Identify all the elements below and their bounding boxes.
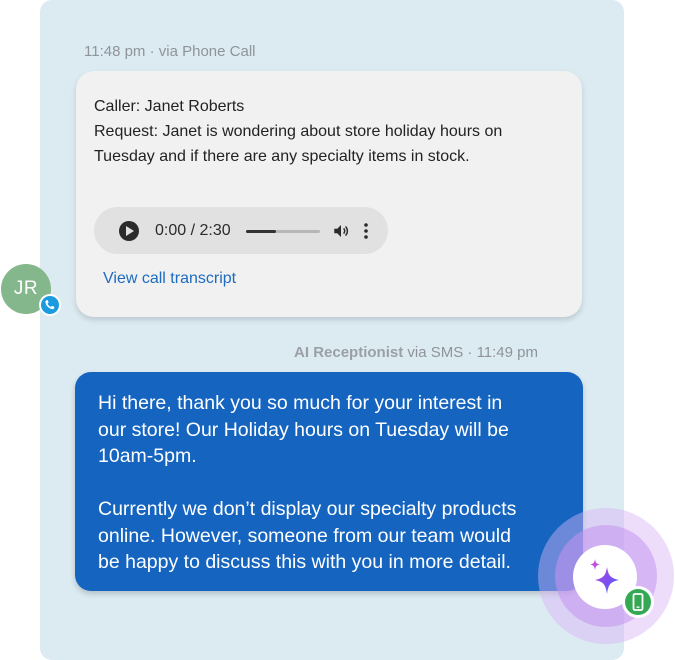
- call-summary-card: Caller: Janet Roberts Request: Janet is …: [76, 71, 582, 317]
- message-line: online. However, someone from our team w…: [98, 524, 511, 547]
- message-line: Hi there, thank you so much for your int…: [98, 392, 503, 414]
- phone-icon: [41, 296, 59, 314]
- sms-meta-suffix: via SMS · 11:49 pm: [403, 344, 538, 361]
- sms-sender: AI Receptionist: [294, 344, 404, 361]
- request-line: Tuesday and if there are any specialty i…: [94, 148, 470, 165]
- sms-message-bubble: Hi there, thank you so much for your int…: [75, 372, 583, 591]
- message-line: our store! Our Holiday hours on Tuesday …: [98, 418, 509, 441]
- phone-call-badge: [39, 294, 61, 316]
- volume-icon[interactable]: [332, 222, 350, 240]
- more-options-icon[interactable]: [362, 221, 370, 241]
- message-line: be happy to discuss this with you in mor…: [98, 551, 511, 573]
- sms-message-text: Hi there, thank you so much for your int…: [98, 390, 560, 576]
- sms-meta: AI Receptionist via SMS · 11:49 pm: [294, 344, 538, 361]
- audio-time: 0:00 / 2:30: [155, 222, 231, 239]
- audio-player: 0:00 / 2:30: [94, 207, 388, 254]
- call-meta: 11:48 pm · via Phone Call: [84, 43, 256, 60]
- sparkle-icon: [590, 559, 619, 594]
- caller-line: Caller: Janet Roberts: [94, 98, 245, 115]
- call-summary-text: Caller: Janet Roberts Request: Janet is …: [94, 94, 564, 169]
- view-call-transcript-link[interactable]: View call transcript: [103, 270, 236, 288]
- request-line: Request: Janet is wondering about store …: [94, 123, 503, 140]
- mobile-phone-icon: [625, 589, 651, 615]
- message-line: 10am-5pm.: [98, 445, 197, 467]
- message-line: Currently we don’t display our specialty…: [98, 498, 517, 520]
- audio-progress-slider[interactable]: [246, 230, 320, 233]
- play-icon[interactable]: [119, 221, 139, 241]
- sms-channel-badge: [622, 586, 654, 618]
- audio-progress-fill: [246, 230, 276, 233]
